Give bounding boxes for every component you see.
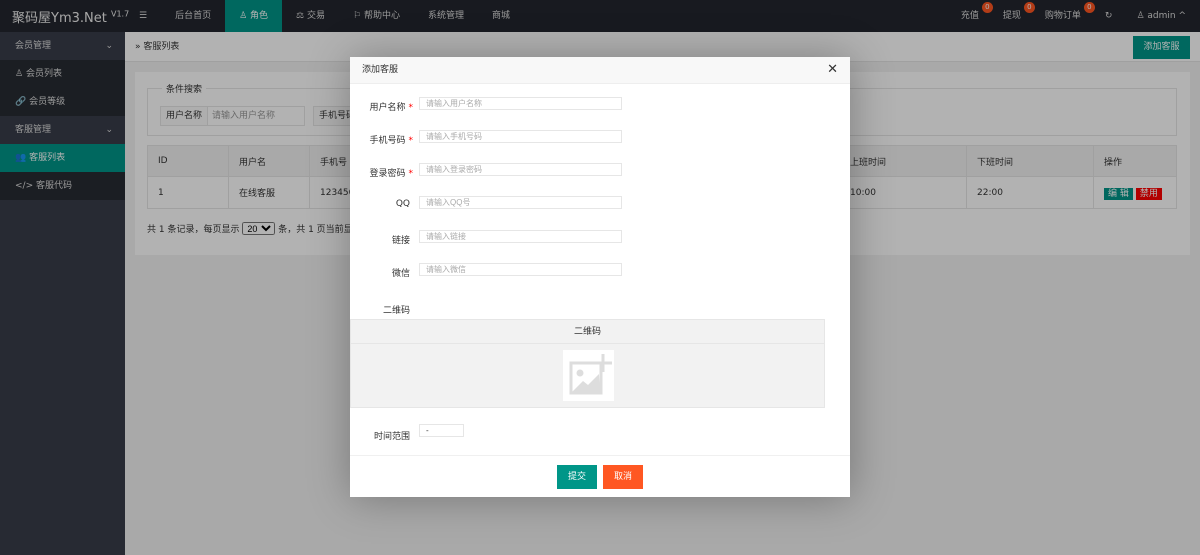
password-input[interactable] <box>419 163 622 176</box>
field-password: 登录密码 * <box>350 163 850 179</box>
field-link: 链接 <box>350 230 850 246</box>
image-add-icon[interactable] <box>563 350 614 401</box>
time-range-input[interactable] <box>419 424 464 437</box>
field-time-range: 时间范围 <box>350 424 850 442</box>
username-input[interactable] <box>419 97 622 110</box>
add-service-dialog: 添加客服 ✕ 用户名称* 手机号码* 登录密码* QQ 链接 微信 二维码 二维… <box>350 57 850 497</box>
qq-input[interactable] <box>419 196 622 209</box>
field-username: 用户名称 * <box>350 97 850 113</box>
qr-label: 二维码 <box>382 306 410 316</box>
field-wechat: 微信 <box>350 263 850 279</box>
close-icon[interactable]: ✕ <box>827 62 838 77</box>
cancel-button[interactable]: 取消 <box>603 465 643 489</box>
submit-button[interactable]: 提交 <box>557 465 597 489</box>
field-qq: QQ <box>350 196 850 210</box>
wechat-input[interactable] <box>419 263 622 276</box>
link-input[interactable] <box>419 230 622 243</box>
phone-input[interactable] <box>419 130 622 143</box>
qr-upload[interactable]: 二维码 <box>350 319 825 408</box>
field-phone: 手机号码 * <box>350 130 850 146</box>
dialog-title: 添加客服 <box>350 57 850 84</box>
